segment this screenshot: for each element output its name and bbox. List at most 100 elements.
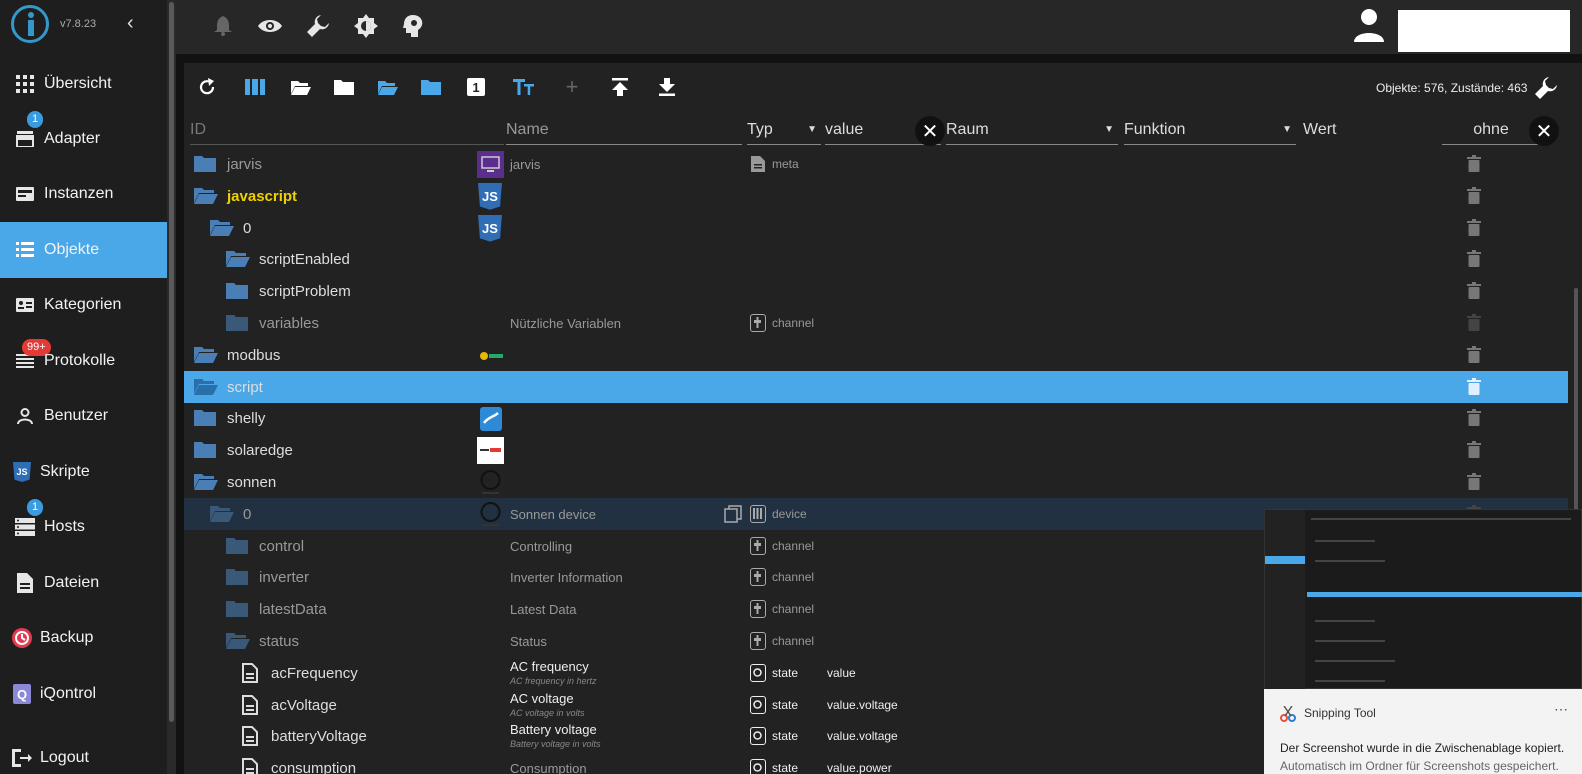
bell-icon[interactable]	[211, 14, 235, 38]
delete-icon[interactable]	[1467, 282, 1481, 300]
state-file-icon[interactable]	[242, 694, 264, 715]
folder-open-icon[interactable]	[194, 187, 218, 204]
folder-open-icon[interactable]	[226, 633, 250, 649]
sidebar-scrollbar[interactable]	[167, 0, 176, 774]
more-options-icon[interactable]: ⋯	[1554, 701, 1568, 718]
delete-icon[interactable]	[1467, 250, 1481, 268]
folder-closed-icon[interactable]	[194, 410, 216, 427]
tree-row[interactable]: sonnen	[184, 466, 1568, 498]
iobroker-logo[interactable]	[11, 5, 49, 43]
sidebar-item-logout[interactable]: Logout	[0, 730, 167, 774]
column-header-id[interactable]: ID	[190, 115, 504, 145]
object-name: Nützliche Variablen	[510, 316, 622, 331]
sidebar-item-label: Adapter	[44, 130, 101, 147]
columns-icon[interactable]	[243, 75, 267, 99]
tree-row[interactable]: shelly	[184, 402, 1568, 434]
column-header-name[interactable]: Name	[506, 115, 742, 145]
delete-icon[interactable]	[1467, 409, 1481, 427]
chevron-down-icon: ▼	[1104, 124, 1114, 135]
tree-row[interactable]: script	[184, 370, 1568, 403]
state-file-icon[interactable]	[242, 758, 264, 774]
folder-open-icon[interactable]	[210, 219, 234, 236]
sidebar-item-instanzen[interactable]: Instanzen	[0, 166, 167, 222]
folder-closed-icon[interactable]	[226, 537, 248, 554]
folder-closed-icon[interactable]	[226, 569, 248, 586]
adapter-sonnen-icon	[477, 501, 504, 528]
screenshot-thumbnail[interactable]	[1264, 509, 1582, 690]
filter-function-select[interactable]: Funktion ▼	[1124, 115, 1296, 145]
column-label: Funktion	[1124, 120, 1186, 138]
add-object-icon[interactable]: +	[560, 74, 584, 99]
folder-open-icon[interactable]	[289, 75, 313, 99]
delete-icon[interactable]	[1467, 155, 1481, 172]
clear-role-filter-icon[interactable]: ✕	[915, 116, 945, 146]
user-name-redacted	[1398, 10, 1570, 52]
folder-closed-icon[interactable]	[226, 283, 248, 300]
delete-icon[interactable]	[1467, 314, 1481, 331]
delete-icon[interactable]	[1467, 473, 1481, 490]
sidebar-item-uebersicht[interactable]: Übersicht	[0, 56, 167, 112]
folder-open-icon[interactable]	[194, 474, 218, 490]
object-type: meta	[772, 157, 799, 171]
state-file-icon[interactable]	[242, 726, 264, 747]
copy-icon[interactable]	[724, 505, 742, 523]
sidebar-item-hosts[interactable]: 1 Hosts	[0, 499, 167, 555]
sidebar-item-skripte[interactable]: JS Skripte	[0, 444, 167, 500]
download-icon[interactable]	[655, 75, 679, 99]
folder-closed-icon[interactable]	[226, 315, 248, 331]
sidebar-item-protokolle[interactable]: 99+ Protokolle	[0, 333, 167, 389]
collapse-all-icon[interactable]	[419, 75, 443, 99]
sidebar-item-backup[interactable]: Backup	[0, 610, 167, 666]
text-size-icon[interactable]	[512, 75, 536, 99]
filter-room-select[interactable]: Raum ▼	[946, 115, 1118, 145]
folder-open-icon[interactable]	[194, 346, 218, 363]
snipping-tool-notification[interactable]: Snipping Tool ⋯ Der Screenshot wurde in …	[1264, 689, 1582, 774]
sidebar-item-objekte[interactable]: Objekte	[0, 222, 167, 278]
adapter-js-icon: JS	[477, 182, 504, 210]
sidebar-item-adapter[interactable]: 1 Adapter	[0, 111, 167, 167]
delete-icon[interactable]	[1467, 377, 1481, 395]
tree-row[interactable]: jarvis jarvis meta	[184, 148, 1568, 180]
object-description: AC frequency in hertz	[510, 675, 597, 686]
settings-wrench-icon[interactable]	[1534, 76, 1558, 100]
delete-icon[interactable]	[1467, 218, 1481, 236]
sidebar-item-benutzer[interactable]: Benutzer	[0, 388, 167, 444]
tree-row[interactable]: modbus	[184, 339, 1568, 371]
refresh-icon[interactable]	[195, 75, 219, 99]
tree-row[interactable]: variables Nützliche Variablen channel	[184, 307, 1568, 339]
filter-type-select[interactable]: Typ ▼	[747, 115, 821, 145]
brightness-icon[interactable]	[354, 14, 378, 38]
expand-level-icon[interactable]: 1	[464, 75, 488, 99]
object-id: control	[259, 537, 305, 555]
folder-closed-icon[interactable]	[226, 601, 248, 618]
expert-mode-icon[interactable]	[401, 14, 425, 38]
clear-value-filter-icon[interactable]: ✕	[1529, 116, 1559, 146]
sidebar-item-iqontrol[interactable]: Q iQontrol	[0, 666, 167, 722]
delete-icon[interactable]	[1467, 186, 1481, 204]
folder-open-icon[interactable]	[210, 505, 234, 522]
folder-closed-icon[interactable]	[332, 75, 356, 99]
sidebar-item-kategorien[interactable]: Kategorien	[0, 277, 167, 333]
folder-open-icon[interactable]	[194, 378, 218, 395]
sidebar-item-dateien[interactable]: Dateien	[0, 555, 167, 611]
tree-row[interactable]: solaredge	[184, 434, 1568, 466]
folder-open-icon[interactable]	[226, 251, 250, 268]
upload-icon[interactable]	[608, 75, 632, 99]
folder-closed-icon[interactable]	[194, 156, 216, 172]
expand-all-icon[interactable]	[376, 75, 400, 99]
folder-closed-icon[interactable]	[194, 442, 216, 459]
tree-row[interactable]: scriptEnabled	[184, 243, 1568, 275]
svg-text:1: 1	[472, 80, 479, 95]
filter-value: ohne	[1473, 120, 1509, 138]
state-file-icon[interactable]	[242, 662, 264, 683]
eye-icon[interactable]	[258, 14, 282, 38]
tree-row[interactable]: 0 JS	[184, 212, 1568, 244]
delete-icon[interactable]	[1467, 345, 1481, 363]
wrench-icon[interactable]	[306, 14, 330, 38]
filter-value-select[interactable]: ohne	[1442, 115, 1540, 145]
tree-row[interactable]: javascript JS	[184, 180, 1568, 212]
tree-row[interactable]: scriptProblem	[184, 275, 1568, 307]
collapse-sidebar-icon[interactable]: ‹	[127, 12, 134, 35]
account-icon[interactable]	[1352, 8, 1386, 42]
delete-icon[interactable]	[1467, 441, 1481, 459]
